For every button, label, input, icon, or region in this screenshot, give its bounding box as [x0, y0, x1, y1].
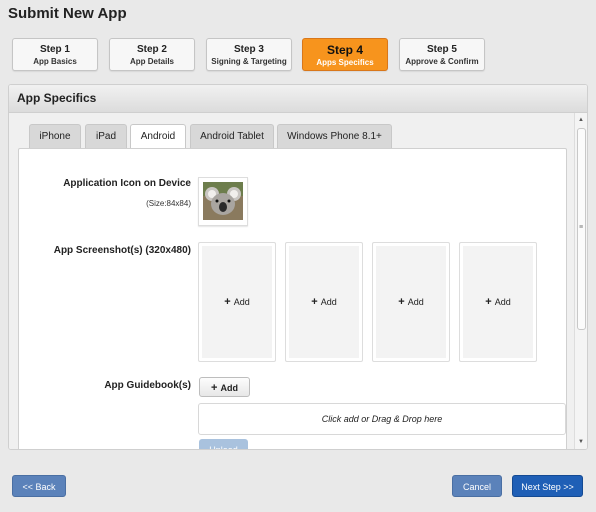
koala-image-icon	[203, 182, 243, 220]
tab-content: Application Icon on Device (Size:84x84) …	[18, 148, 567, 449]
add-guidebook-button[interactable]: + Add	[199, 377, 250, 397]
guidebook-label: App Guidebook(s)	[104, 380, 191, 391]
icon-size-hint: (Size:84x84)	[146, 199, 191, 208]
tab-android[interactable]: Android	[130, 124, 186, 149]
next-step-button[interactable]: Next Step >>	[512, 475, 583, 497]
plus-icon: +	[485, 296, 492, 308]
scroll-down-arrow-icon[interactable]: ▼	[578, 439, 584, 445]
step-title: Step 4	[326, 43, 363, 57]
icon-label: Application Icon on Device	[63, 178, 191, 189]
plus-icon: +	[398, 296, 405, 308]
panel-body: iPhone iPad Android Android Tablet Windo…	[9, 113, 574, 449]
step-1-button[interactable]: Step 1 App Basics	[12, 38, 98, 71]
vertical-scrollbar[interactable]: ▲ ≡ ▼	[574, 113, 587, 449]
plus-icon: +	[311, 296, 318, 308]
tab-android-tablet[interactable]: Android Tablet	[190, 124, 274, 148]
plus-icon: +	[211, 382, 218, 394]
screenshot-slot-3[interactable]: + Add	[372, 242, 450, 362]
back-button[interactable]: << Back	[12, 475, 66, 497]
step-title: Step 2	[136, 44, 167, 55]
step-4-button[interactable]: Step 4 Apps Specifics	[302, 38, 388, 71]
step-title: Step 3	[233, 44, 264, 55]
tab-windows-phone[interactable]: Windows Phone 8.1+	[277, 124, 392, 148]
step-title: Step 5	[426, 44, 457, 55]
add-screenshot-button: + Add	[311, 296, 337, 308]
screenshot-slot-4[interactable]: + Add	[459, 242, 537, 362]
screenshot-slot-1[interactable]: + Add	[198, 242, 276, 362]
upload-button[interactable]: Upload	[199, 439, 248, 449]
guidebook-dropzone[interactable]: Click add or Drag & Drop here	[198, 403, 566, 435]
step-subtitle: Apps Specifics	[316, 58, 374, 67]
step-3-button[interactable]: Step 3 Signing & Targeting	[206, 38, 292, 71]
step-subtitle: Signing & Targeting	[211, 57, 287, 66]
scroll-thumb[interactable]: ≡	[577, 128, 586, 330]
scroll-up-arrow-icon[interactable]: ▲	[578, 117, 584, 123]
app-specifics-panel: App Specifics iPhone iPad Android Androi…	[8, 84, 588, 450]
plus-icon: +	[224, 296, 231, 308]
step-subtitle: App Basics	[33, 57, 77, 66]
cancel-button[interactable]: Cancel	[452, 475, 502, 497]
app-icon-preview[interactable]	[198, 177, 248, 226]
add-screenshot-button: + Add	[485, 296, 511, 308]
panel-title: App Specifics	[9, 85, 587, 113]
add-screenshot-button: + Add	[398, 296, 424, 308]
step-2-button[interactable]: Step 2 App Details	[109, 38, 195, 71]
step-subtitle: App Details	[129, 57, 174, 66]
add-screenshot-button: + Add	[224, 296, 250, 308]
step-subtitle: Approve & Confirm	[405, 57, 479, 66]
tab-iphone[interactable]: iPhone	[29, 124, 81, 148]
page-title: Submit New App	[8, 5, 127, 22]
screenshots-label: App Screenshot(s) (320x480)	[53, 245, 191, 256]
step-title: Step 1	[39, 44, 70, 55]
tab-ipad[interactable]: iPad	[85, 124, 127, 148]
grip-icon: ≡	[579, 224, 584, 231]
step-5-button[interactable]: Step 5 Approve & Confirm	[399, 38, 485, 71]
screenshot-slot-2[interactable]: + Add	[285, 242, 363, 362]
